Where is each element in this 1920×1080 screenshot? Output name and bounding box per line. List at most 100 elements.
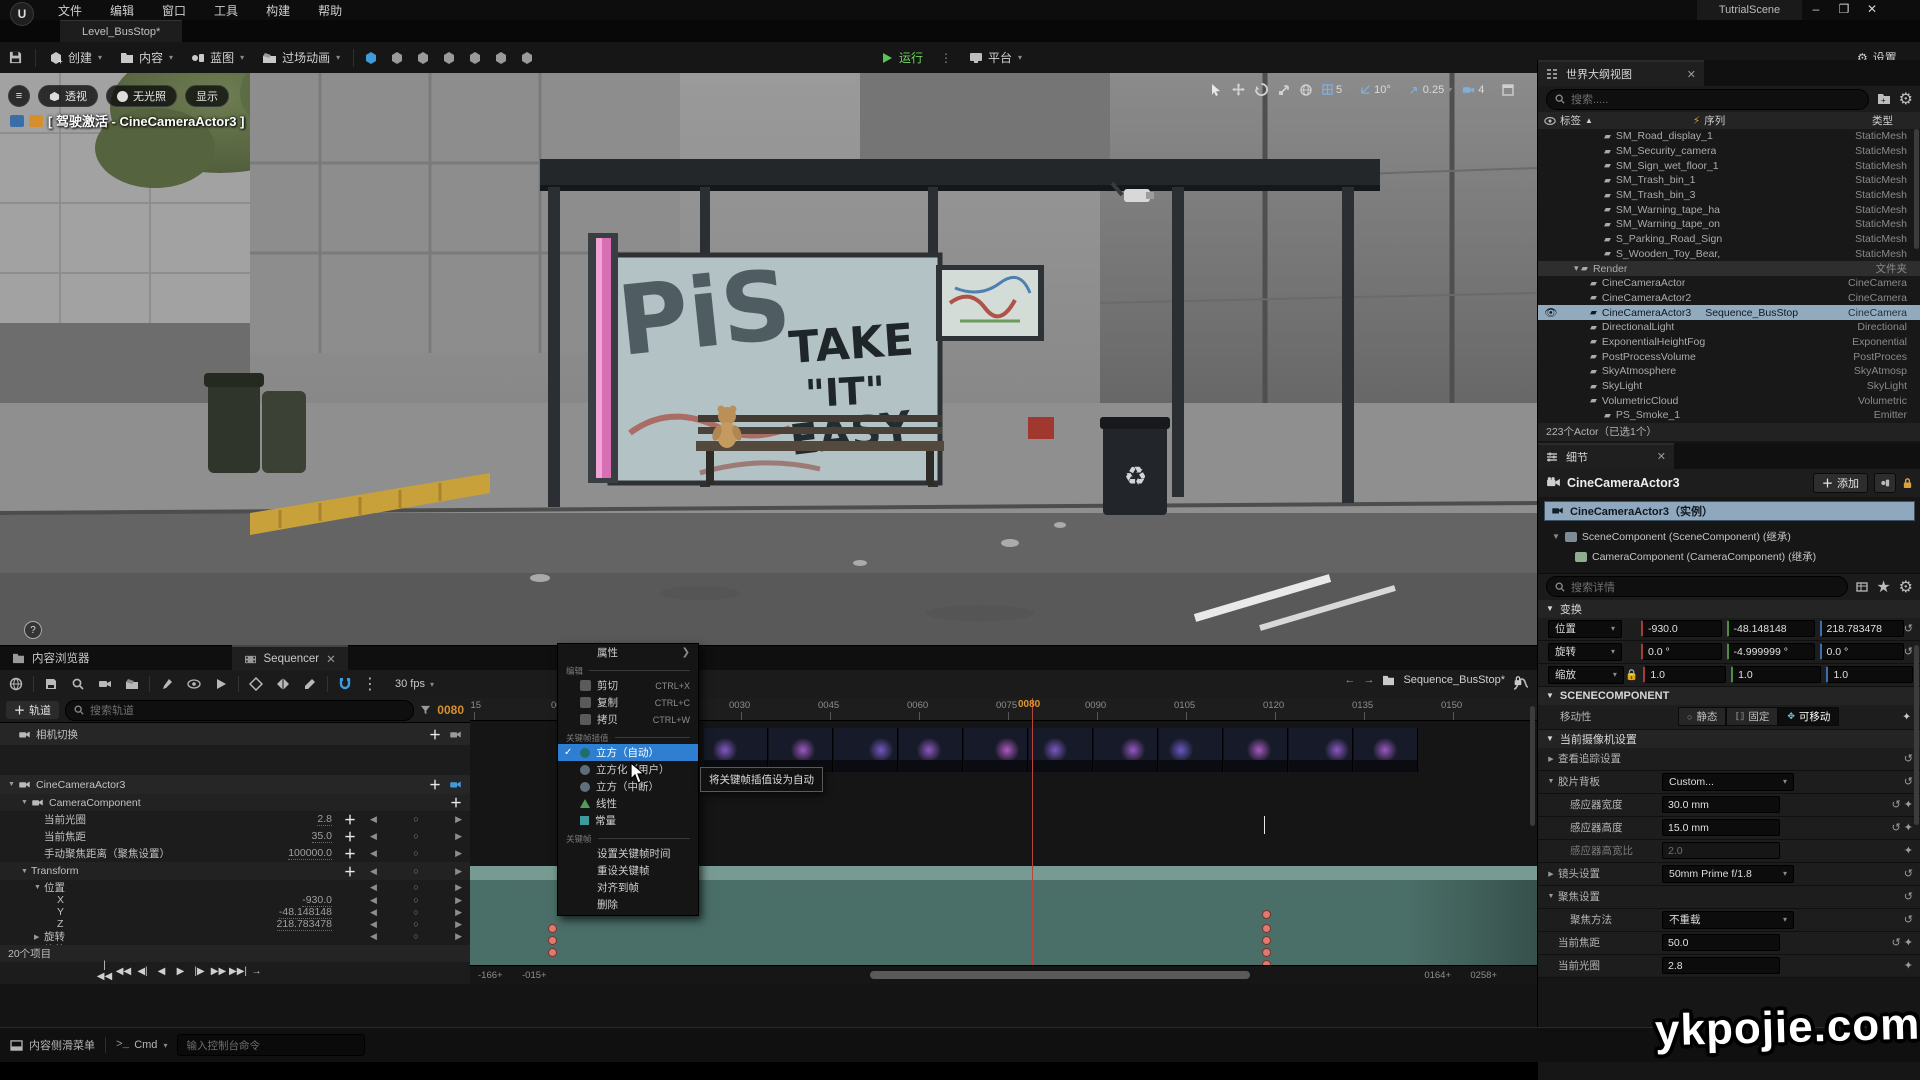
prev-key-icon[interactable]: ◀: [370, 907, 377, 918]
component-tree-item[interactable]: ▼ SceneComponent (SceneComponent) (继承): [1552, 527, 1920, 547]
track-位置[interactable]: ▼位置◀○▶: [0, 880, 470, 894]
camera-speed-control[interactable]: 4▾: [1462, 84, 1492, 96]
camera-cuts-strip[interactable]: [704, 728, 1416, 772]
outliner-row[interactable]: ▰ SM_Security_cameraStaticMesh: [1538, 144, 1920, 159]
view-options-icon[interactable]: [184, 674, 204, 694]
context-menu-item[interactable]: 立方（中断）: [558, 778, 698, 795]
range-start-a[interactable]: -166+: [478, 970, 503, 981]
new-folder-icon[interactable]: +: [1877, 93, 1891, 105]
context-menu-item[interactable]: 拷贝CTRL+W: [558, 711, 698, 728]
display-filter-icon[interactable]: [1856, 582, 1868, 592]
location-y[interactable]: -48.148148: [1727, 620, 1815, 637]
edit-mode-icon[interactable]: [300, 674, 320, 694]
context-menu-item[interactable]: 对齐到帧: [558, 879, 698, 896]
flash-column-icon[interactable]: ⚡: [1693, 115, 1700, 127]
outliner-row[interactable]: ▰ SM_Warning_tape_onStaticMesh: [1538, 217, 1920, 232]
range-end-b[interactable]: 0258+: [1470, 970, 1497, 981]
add-component-button[interactable]: ＋添加: [1813, 473, 1868, 493]
context-menu-item[interactable]: 常量: [558, 812, 698, 829]
reset-rotation-icon[interactable]: ↺: [1904, 645, 1913, 658]
outliner-search[interactable]: 搜索.....: [1546, 89, 1869, 110]
keyframe-dot[interactable]: [548, 924, 557, 933]
outliner-row[interactable]: ▰ SM_Road_display_1StaticMesh: [1538, 129, 1920, 144]
next-key-icon[interactable]: ▶: [455, 866, 462, 877]
close-button[interactable]: ✕: [1858, 0, 1886, 18]
prev-key-icon[interactable]: ◀: [370, 866, 377, 877]
sequencer-scrollbar[interactable]: [1530, 706, 1535, 826]
menu-5[interactable]: 帮助: [304, 0, 356, 20]
save-button[interactable]: [0, 42, 31, 73]
prop-dropdown[interactable]: 50mm Prime f/1.8▾: [1662, 865, 1794, 883]
play-button[interactable]: 运行: [872, 42, 932, 73]
scale-selector[interactable]: 缩放▾: [1548, 666, 1624, 684]
rotation-y[interactable]: -4.999999 °: [1727, 643, 1815, 660]
next-key-nav-icon[interactable]: |▶: [191, 966, 208, 977]
scale-x[interactable]: 1.0: [1643, 666, 1726, 683]
timeline-scrollbar[interactable]: [870, 971, 1250, 979]
rotation-snap-control[interactable]: 10°▾: [1360, 84, 1399, 96]
fracture-mode-icon[interactable]: [462, 48, 488, 68]
context-menu-item[interactable]: 立方化（用户）: [558, 761, 698, 778]
outliner-row[interactable]: ▾ ▰ Render文件夹: [1538, 261, 1920, 276]
track-Y[interactable]: Y-48.148148◀○▶: [0, 906, 470, 918]
prev-key-icon[interactable]: ◀: [370, 848, 377, 859]
context-menu-item[interactable]: 设置关键帧时间: [558, 845, 698, 862]
prop-dropdown[interactable]: Custom...▾: [1662, 773, 1794, 791]
details-settings-icon[interactable]: ⚙: [1899, 577, 1913, 597]
reset-location-icon[interactable]: ↺: [1904, 622, 1913, 635]
next-key-icon[interactable]: ▶: [455, 895, 462, 906]
outliner-row[interactable]: ▰ SkyAtmosphereSkyAtmosp: [1538, 364, 1920, 379]
range-end-a[interactable]: 0164+: [1424, 970, 1451, 981]
fps-selector[interactable]: 30 fps▾: [395, 678, 434, 690]
add-key-icon[interactable]: ○: [413, 866, 418, 877]
actions-icon[interactable]: [157, 674, 177, 694]
select-mode-icon[interactable]: [358, 48, 384, 68]
mobility-option-0[interactable]: ○静态: [1678, 707, 1726, 726]
step-back-icon[interactable]: ◀: [153, 966, 170, 977]
scale-tool-icon[interactable]: [1278, 84, 1290, 96]
blueprint-button[interactable]: 蓝图▾: [182, 42, 253, 73]
menu-0[interactable]: 文件: [44, 0, 96, 20]
keyframe-options-icon[interactable]: [246, 674, 266, 694]
sequencer-tab[interactable]: Sequencer ✕: [232, 645, 348, 671]
minimize-button[interactable]: –: [1802, 0, 1830, 18]
track-value[interactable]: 100000.0: [288, 847, 332, 860]
track-camera-icon[interactable]: [449, 780, 462, 789]
sequence-name[interactable]: Sequence_BusStop*: [1403, 674, 1505, 686]
lock-icon[interactable]: [1902, 477, 1913, 489]
add-key-icon[interactable]: ○: [413, 848, 418, 859]
snap-options-dots[interactable]: ⋮: [362, 674, 382, 694]
track-plus-icon[interactable]: ＋: [344, 863, 356, 880]
content-drawer-button[interactable]: 内容侧滑菜单: [10, 1037, 95, 1053]
render-movie-icon[interactable]: [122, 674, 142, 694]
prev-key-icon[interactable]: ◀: [370, 814, 377, 825]
scenecomponent-section-header[interactable]: ▼SCENECOMPONENT: [1538, 687, 1920, 705]
prop-value[interactable]: 15.0 mm: [1662, 819, 1780, 836]
track-plus-icon[interactable]: ＋: [344, 811, 356, 828]
outliner-row[interactable]: ▰ SM_Trash_bin_3StaticMesh: [1538, 188, 1920, 203]
outliner-row[interactable]: ▰ S_Parking_Road_SignStaticMesh: [1538, 232, 1920, 247]
playhead[interactable]: [1032, 698, 1033, 984]
snap-icon[interactable]: [335, 674, 355, 694]
create-button[interactable]: + 创建▾: [40, 42, 111, 73]
track-value[interactable]: 35.0: [312, 830, 332, 843]
next-key-icon[interactable]: ▶: [455, 814, 462, 825]
save-sequence-icon[interactable]: [41, 674, 61, 694]
context-menu-item[interactable]: 线性: [558, 795, 698, 812]
back-frames-icon[interactable]: ◀◀: [115, 966, 132, 977]
mobility-option-1[interactable]: ⟦⟧固定: [1726, 707, 1778, 726]
label-column[interactable]: 标签: [1560, 113, 1581, 128]
outliner-row[interactable]: ▰ PostProcessVolumePostProces: [1538, 349, 1920, 364]
sequence-lock-icon[interactable]: [1513, 675, 1523, 686]
play-options-dots[interactable]: ⋮: [940, 51, 952, 65]
outliner-row[interactable]: ▰ SM_Sign_wet_floor_1StaticMesh: [1538, 158, 1920, 173]
scale-z[interactable]: 1.0: [1826, 666, 1913, 683]
add-key-icon[interactable]: ○: [413, 931, 418, 942]
maximize-viewport-icon[interactable]: [1502, 84, 1514, 96]
outliner-row[interactable]: ▰ SM_Warning_tape_haStaticMesh: [1538, 202, 1920, 217]
find-icon[interactable]: [68, 674, 88, 694]
prev-key-nav-icon[interactable]: ◀|: [134, 966, 151, 977]
loop-icon[interactable]: →: [248, 966, 265, 977]
track-X[interactable]: X-930.0◀○▶: [0, 894, 470, 906]
world-icon[interactable]: [6, 674, 26, 694]
